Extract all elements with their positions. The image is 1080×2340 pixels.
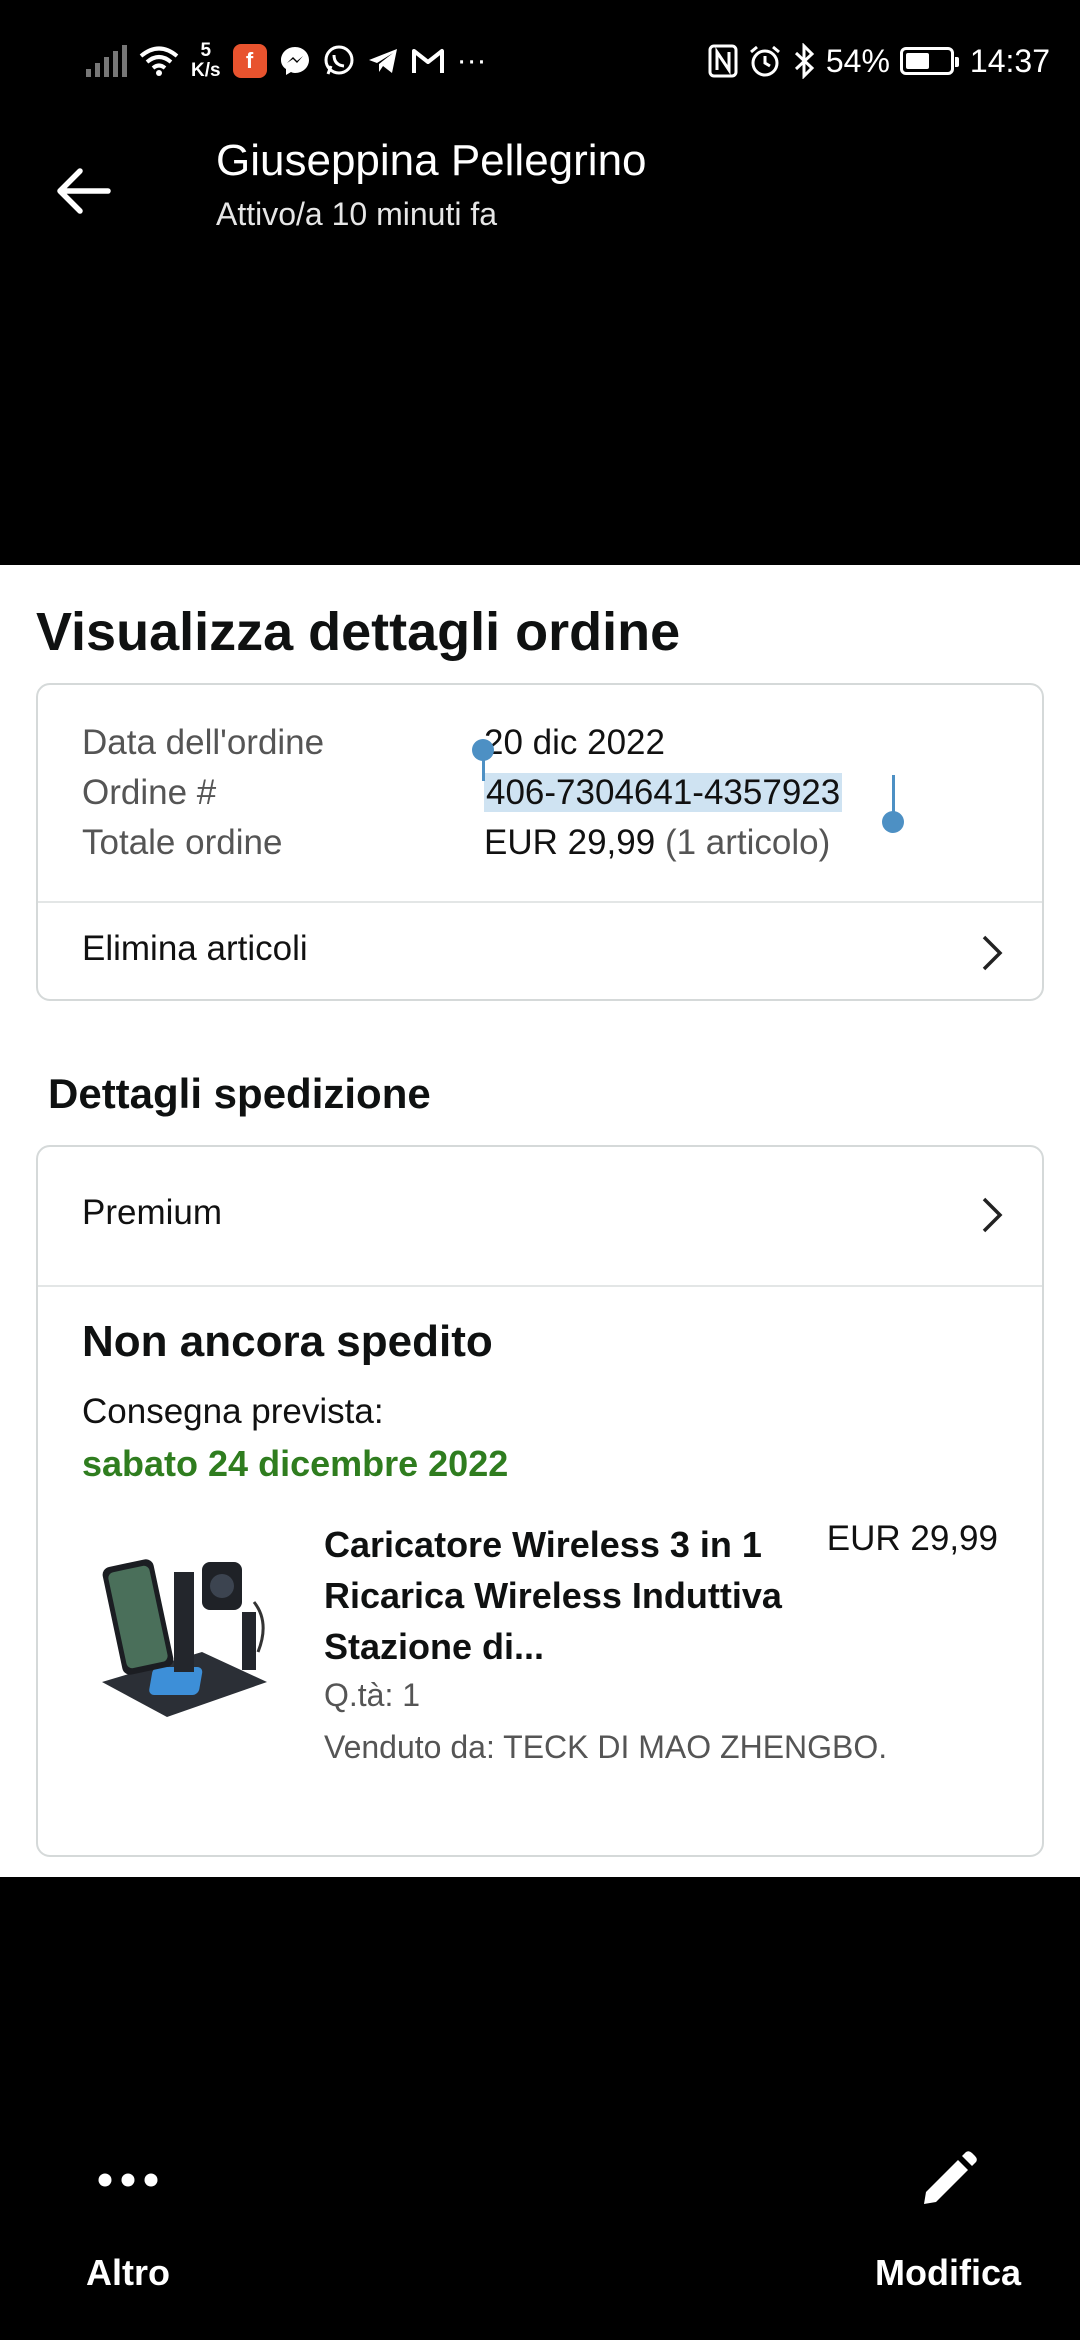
shipping-card: Premium Non ancora spedito Consegna prev… (36, 1145, 1044, 1857)
shipping-method-row[interactable]: Premium (38, 1147, 1042, 1285)
contact-status: Attivo/a 10 minuti fa (216, 196, 498, 232)
fastweb-app-icon: f (232, 44, 267, 78)
order-date-value: 20 dic 2022 (484, 723, 665, 762)
product-image[interactable] (82, 1532, 282, 1722)
shipping-method-label: Premium (82, 1193, 223, 1232)
back-arrow-icon[interactable] (52, 160, 114, 222)
page-title: Visualizza dettagli ordine (36, 602, 681, 662)
shipping-section-title: Dettagli spedizione (48, 1070, 431, 1117)
edit-button[interactable]: Modifica (848, 2140, 1048, 2294)
remove-items-label: Elimina articoli (82, 929, 308, 968)
signal-icon (86, 45, 127, 77)
order-total-value: EUR 29,99 (1 articolo) (484, 823, 830, 863)
order-summary-card: Data dell'ordine 20 dic 2022 Ordine # 40… (36, 683, 1044, 1001)
more-button[interactable]: Altro (28, 2140, 228, 2294)
contact-name[interactable]: Giuseppina Pellegrino (216, 136, 647, 186)
status-right: 54% 14:37 (708, 36, 1050, 86)
divider (38, 1285, 1042, 1287)
more-label: Altro (86, 2252, 170, 2293)
battery-icon (899, 47, 959, 75)
telegram-icon (368, 49, 397, 73)
product-seller: Venduto da: TECK DI MAO ZHENGBO. (324, 1729, 888, 1765)
battery-percent: 54% (825, 42, 890, 79)
wifi-icon (139, 46, 179, 76)
remove-items-row[interactable]: Elimina articoli (38, 903, 1042, 1001)
delivery-label: Consegna prevista: (82, 1392, 384, 1431)
order-number-label: Ordine # (82, 773, 217, 812)
chevron-right-icon (982, 1197, 1003, 1233)
network-speed: 5 K/s (191, 40, 221, 81)
pencil-icon (848, 2140, 1048, 2220)
selection-end-handle[interactable] (882, 811, 904, 833)
alarm-icon (749, 45, 780, 77)
shipment-status: Non ancora spedito (82, 1317, 493, 1366)
selected-order-number[interactable]: 406-7304641-4357923 (484, 773, 843, 812)
edit-label: Modifica (874, 2252, 1021, 2293)
clock: 14:37 (969, 42, 1050, 79)
order-date-label: Data dell'ordine (82, 723, 325, 762)
order-total-amount: EUR 29,99 (484, 823, 656, 862)
status-left: 5 K/s f ··· (86, 36, 487, 86)
product-name[interactable]: Caricatore Wireless 3 in 1 Ricarica Wire… (324, 1519, 784, 1672)
messenger-icon (280, 47, 309, 75)
bluetooth-icon (794, 43, 815, 79)
chat-header: Giuseppina Pellegrino Attivo/a 10 minuti… (0, 120, 1080, 260)
delivery-date: sabato 24 dicembre 2022 (82, 1443, 509, 1484)
product-quantity: Q.tà: 1 (324, 1677, 421, 1713)
more-dots-icon (28, 2140, 228, 2220)
order-number-value[interactable]: 406-7304641-4357923 (484, 773, 843, 813)
gmail-icon (411, 49, 444, 73)
order-total-label: Totale ordine (82, 823, 283, 862)
shared-screenshot: Visualizza dettagli ordine Data dell'ord… (0, 565, 1080, 1877)
chevron-right-icon (982, 935, 1003, 971)
product-price: EUR 29,99 (826, 1519, 998, 1558)
more-notifications-icon: ··· (456, 44, 487, 77)
nfc-icon (708, 44, 738, 78)
order-item-count: (1 articolo) (664, 823, 831, 862)
whatsapp-icon (324, 45, 354, 75)
status-bar: 5 K/s f ··· 54% 14:37 (0, 0, 1080, 120)
selection-start-handle[interactable] (472, 739, 494, 761)
